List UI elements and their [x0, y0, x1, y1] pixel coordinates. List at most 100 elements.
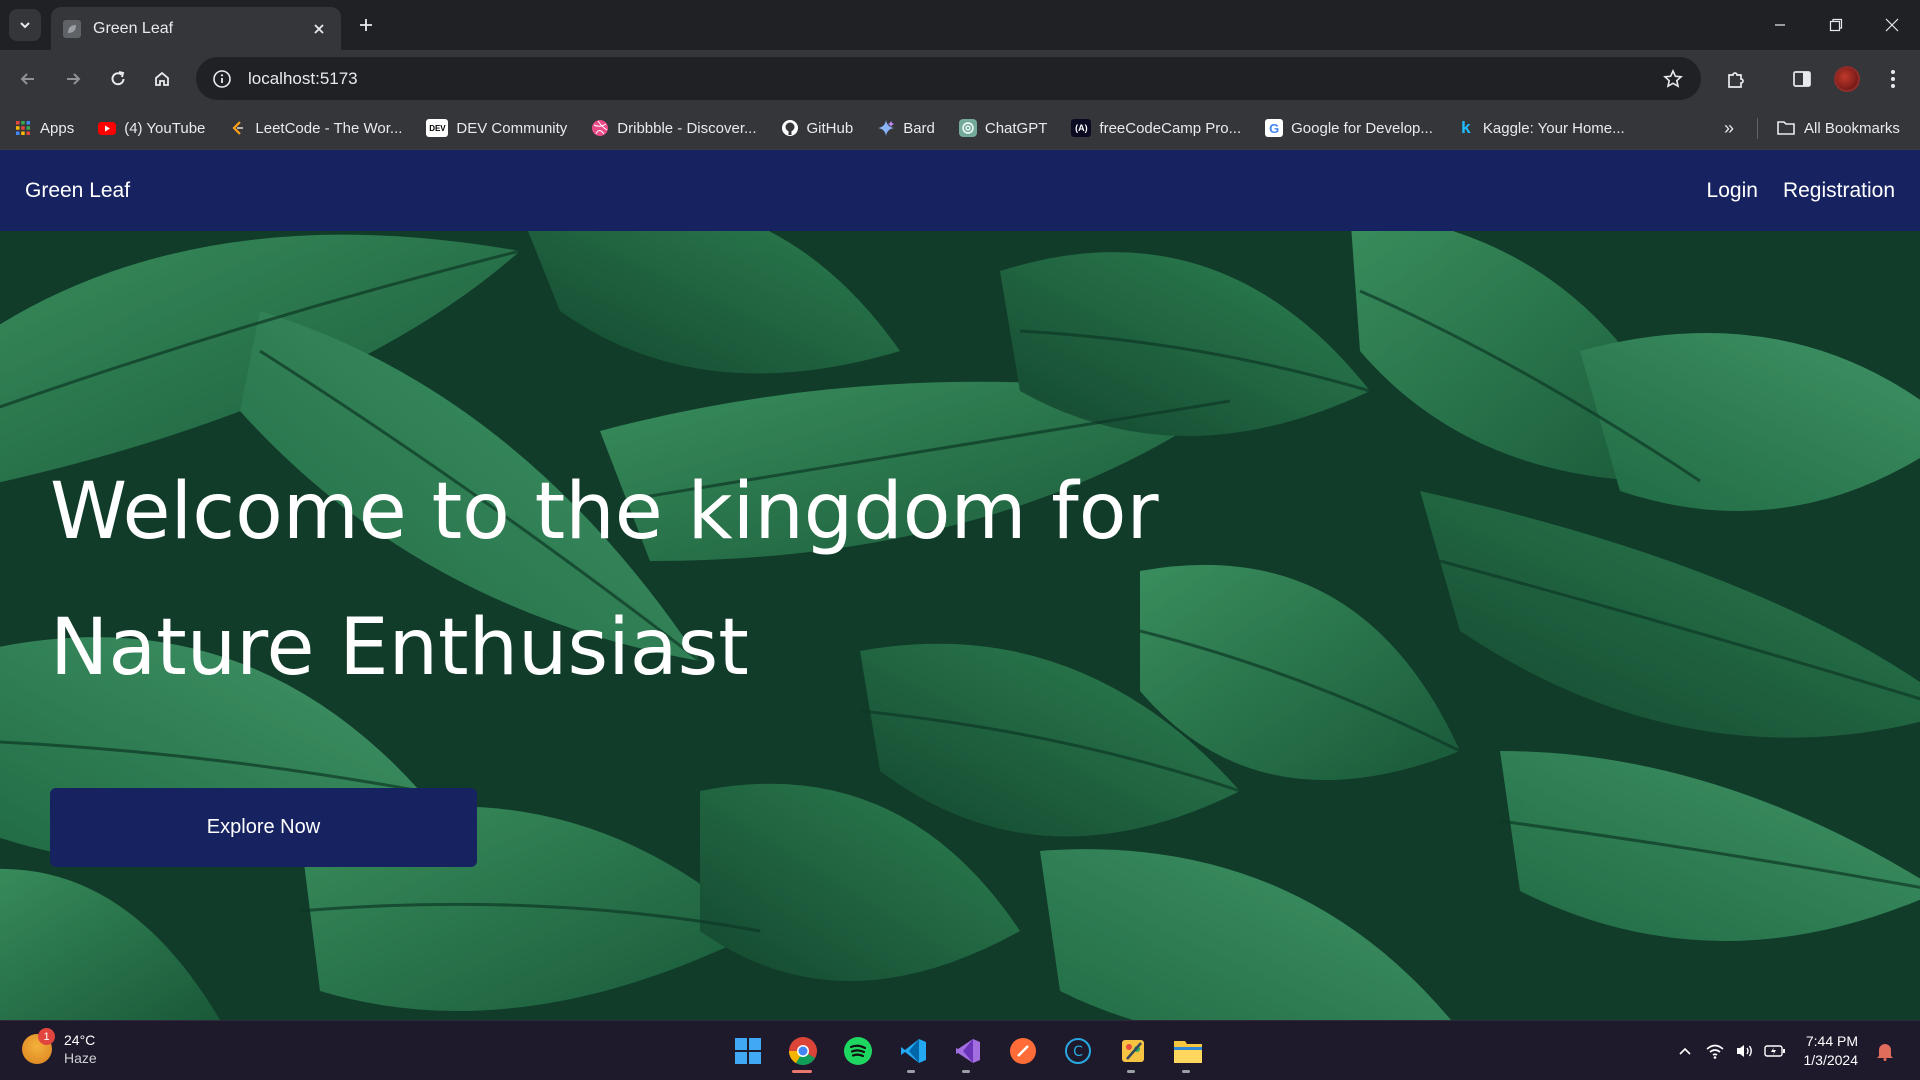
bookmark-github[interactable]: GitHub — [781, 113, 864, 143]
chevron-down-icon — [20, 22, 30, 29]
forward-button[interactable] — [56, 62, 90, 96]
tab-search-button[interactable] — [9, 9, 41, 41]
site-favicon-icon — [63, 19, 81, 38]
vscode-icon — [900, 1039, 926, 1063]
site-navbar: Green Leaf Login Registration — [0, 150, 1920, 231]
bookmark-youtube[interactable]: (4) YouTube — [98, 113, 215, 143]
notification-bell-icon[interactable] — [1870, 1036, 1900, 1066]
bookmark-apps[interactable]: Apps — [14, 113, 84, 143]
dev-icon: DEV — [426, 119, 449, 137]
running-app-indicator — [1127, 1070, 1135, 1073]
file-explorer-icon — [1173, 1041, 1202, 1063]
nav-login-link[interactable]: Login — [1707, 179, 1758, 203]
bookmark-dev[interactable]: DEV DEV Community — [426, 113, 577, 143]
browser-toolbar: localhost:5173 — [0, 50, 1920, 107]
restore-button[interactable] — [1808, 0, 1864, 50]
close-window-button[interactable] — [1864, 0, 1920, 50]
clock[interactable]: 7:44 PM 1/3/2024 — [1804, 1032, 1859, 1070]
bookmark-leetcode[interactable]: LeetCode - The Wor... — [229, 113, 412, 143]
weather-widget[interactable]: 1 24°C Haze — [22, 1028, 97, 1067]
bookmark-bard[interactable]: Bard — [877, 113, 945, 143]
weather-condition: Haze — [64, 1050, 97, 1066]
bookmark-chatgpt[interactable]: ChatGPT — [958, 113, 1058, 143]
dribbble-icon — [591, 119, 609, 137]
windows-taskbar: 1 24°C Haze C 7:44 PM 1/3/2024 — [0, 1020, 1920, 1080]
page-viewport: Green Leaf Login Registration Welcome to… — [0, 150, 1920, 1020]
reload-button[interactable] — [101, 62, 135, 96]
github-icon — [781, 119, 799, 137]
restore-icon — [1829, 18, 1843, 32]
apps-grid-icon — [14, 119, 32, 137]
profile-button[interactable] — [1830, 62, 1864, 96]
brand-logo-text[interactable]: Green Leaf — [25, 179, 1682, 203]
nav-registration-link[interactable]: Registration — [1783, 179, 1895, 203]
side-panel-icon — [1793, 71, 1811, 87]
windows-start-icon — [734, 1038, 761, 1064]
browser-menu-button[interactable] — [1876, 62, 1910, 96]
taskbar-c-app[interactable]: C — [1050, 1029, 1105, 1073]
arrow-left-icon — [20, 73, 34, 85]
bookmark-star-icon[interactable] — [1659, 65, 1687, 93]
taskbar-chrome[interactable] — [775, 1029, 830, 1073]
taskbar-postman[interactable] — [995, 1029, 1050, 1073]
taskbar-vscode[interactable] — [885, 1029, 940, 1073]
postman-icon — [1009, 1038, 1036, 1064]
avatar — [1834, 66, 1860, 92]
visual-studio-icon — [955, 1039, 980, 1063]
running-app-indicator — [907, 1070, 915, 1073]
extensions-button[interactable] — [1719, 62, 1753, 96]
plus-icon — [360, 19, 372, 31]
bookmark-freecodecamp[interactable]: (A) freeCodeCamp Pro... — [1071, 113, 1251, 143]
arrow-right-icon — [67, 73, 81, 85]
battery-icon[interactable] — [1760, 1036, 1790, 1066]
weather-temperature: 24°C — [64, 1032, 96, 1048]
clock-date: 1/3/2024 — [1803, 1052, 1859, 1068]
paint-icon — [1121, 1040, 1144, 1062]
all-bookmarks-button[interactable]: All Bookmarks — [1776, 113, 1900, 143]
wifi-icon[interactable] — [1700, 1036, 1730, 1066]
browser-tab-active[interactable]: Green Leaf — [51, 7, 341, 50]
close-tab-icon[interactable] — [309, 19, 329, 39]
minimize-button[interactable] — [1752, 0, 1808, 50]
close-icon — [1885, 18, 1899, 32]
more-bookmarks-chevron-icon[interactable]: » — [1714, 113, 1744, 143]
home-icon — [155, 71, 169, 86]
show-hidden-icons-chevron-icon[interactable] — [1670, 1036, 1700, 1066]
bookmark-label: freeCodeCamp Pro... — [1099, 119, 1242, 137]
svg-text:C: C — [1073, 1044, 1083, 1060]
minimize-icon — [1775, 24, 1785, 26]
volume-icon[interactable] — [1730, 1036, 1760, 1066]
address-bar[interactable]: localhost:5173 — [196, 57, 1701, 100]
google-icon: G — [1265, 119, 1284, 137]
bookmarks-bar: Apps (4) YouTube LeetCode - The Wor... D… — [0, 107, 1920, 150]
explore-now-button[interactable]: Explore Now — [50, 788, 477, 867]
hero-section: Welcome to the kingdom for Nature Enthus… — [0, 231, 1920, 1020]
back-button[interactable] — [11, 62, 45, 96]
taskbar-visual-studio[interactable] — [940, 1029, 995, 1073]
leetcode-icon — [229, 119, 247, 137]
weather-haze-icon: 1 — [22, 1028, 55, 1064]
tab-title: Green Leaf — [93, 19, 174, 37]
system-tray: 7:44 PM 1/3/2024 — [1670, 1021, 1901, 1080]
chatgpt-icon — [958, 119, 977, 137]
hero-title: Welcome to the kingdom for Nature Enthus… — [50, 444, 1159, 716]
bookmark-dribbble[interactable]: Dribbble - Discover... — [591, 113, 766, 143]
puzzle-icon — [1728, 72, 1744, 88]
url-text[interactable]: localhost:5173 — [248, 69, 1659, 89]
bookmark-kaggle[interactable]: k Kaggle: Your Home... — [1457, 113, 1635, 143]
youtube-icon — [98, 119, 117, 137]
home-button[interactable] — [145, 62, 179, 96]
taskbar-file-explorer[interactable] — [1160, 1029, 1215, 1073]
kaggle-icon: k — [1461, 118, 1471, 137]
spotify-icon — [843, 1037, 872, 1065]
bookmark-label: (4) YouTube — [124, 119, 206, 137]
c-app-icon: C — [1064, 1038, 1091, 1064]
taskbar-spotify[interactable] — [830, 1029, 885, 1073]
taskbar-paint[interactable] — [1105, 1029, 1160, 1073]
windows-start-button[interactable] — [720, 1029, 775, 1073]
freecodecamp-icon: (A) — [1071, 119, 1092, 137]
site-info-icon[interactable] — [210, 67, 234, 91]
side-panel-button[interactable] — [1785, 62, 1819, 96]
new-tab-button[interactable] — [352, 11, 380, 39]
bookmark-google-developers[interactable]: G Google for Develop... — [1265, 113, 1443, 143]
